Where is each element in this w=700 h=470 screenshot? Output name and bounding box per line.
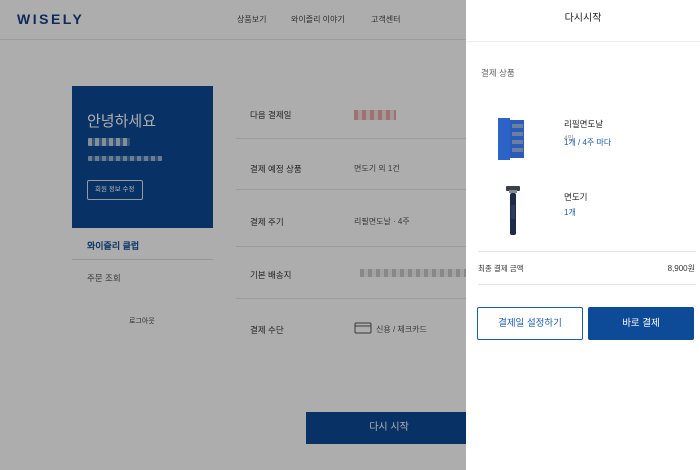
divider xyxy=(478,284,696,285)
product-name: 리필면도날 xyxy=(564,119,604,129)
product-quantity-cycle: 1개 / 4주 마다 xyxy=(564,138,612,147)
set-payment-date-button[interactable]: 결제일 설정하기 xyxy=(477,307,583,340)
product-name: 면도기 xyxy=(564,192,588,202)
product-item-razor: 면도기 1개 xyxy=(466,185,700,255)
drawer-title: 다시시작 xyxy=(466,0,700,42)
modal-overlay[interactable] xyxy=(0,0,466,470)
divider xyxy=(478,251,696,252)
payment-products-heading: 결제 상품 xyxy=(481,68,515,78)
product-item-refill-blades: 리필면도날 4입 1개 / 4주 마다 xyxy=(466,112,700,182)
restart-drawer: 다시시작 결제 상품 리필면도날 4입 1개 / 4주 마다 면도기 1개 최종… xyxy=(466,0,700,470)
pay-now-button[interactable]: 바로 결제 xyxy=(588,307,694,340)
total-amount: 8,900원 xyxy=(667,264,695,273)
total-label: 최종 결제 금액 xyxy=(478,264,524,273)
razor-blade-refill-icon xyxy=(498,118,524,160)
razor-icon xyxy=(506,186,520,235)
product-quantity: 1개 xyxy=(564,208,576,217)
